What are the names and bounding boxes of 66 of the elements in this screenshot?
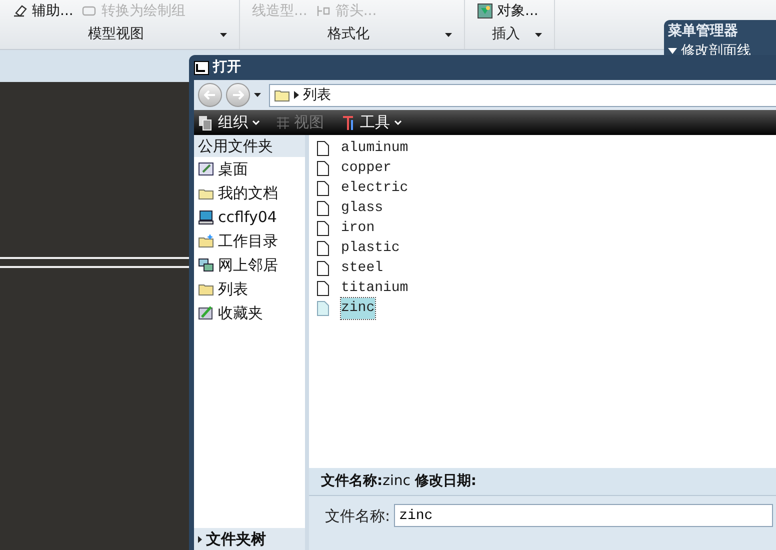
file-icon: [317, 180, 329, 196]
sidebar-item[interactable]: 列表: [198, 277, 305, 301]
file-item[interactable]: aluminum: [317, 138, 776, 158]
ribbon-button[interactable]: 对象...: [477, 2, 538, 20]
window-title: 打开: [213, 58, 241, 77]
forward-arrow-icon: [232, 90, 244, 100]
file-item[interactable]: glass: [317, 198, 776, 218]
file-item[interactable]: steel: [317, 258, 776, 278]
sidebar-item[interactable]: 收藏夹: [198, 301, 305, 325]
toolbar-button[interactable]: 工具: [340, 111, 402, 134]
network-icon: [198, 257, 214, 273]
ribbon-button[interactable]: 辅助...: [12, 2, 74, 20]
file-icon: [317, 260, 329, 276]
favorites-icon: [198, 305, 214, 321]
file-icon: [317, 160, 329, 176]
group-label: 插入: [491, 25, 521, 44]
chevron-down-icon: [252, 120, 260, 125]
file-item[interactable]: electric: [317, 178, 776, 198]
sidebar-item[interactable]: 我的文档: [198, 181, 305, 205]
forward-button[interactable]: [226, 83, 250, 107]
window-icon: [194, 60, 209, 74]
path-segment[interactable]: 列表: [303, 84, 331, 106]
toolbar-button[interactable]: 组织: [198, 111, 260, 134]
file-icon: [317, 240, 329, 256]
desktop-icon: [198, 161, 214, 177]
computer-icon: [198, 209, 214, 225]
sidebar-item[interactable]: ccflfy04: [198, 205, 305, 229]
triangle-down-icon: [668, 48, 677, 54]
folder-tree-toggle[interactable]: 文件夹树: [194, 528, 305, 550]
sidebar-item[interactable]: 网上邻居: [198, 253, 305, 277]
file-icon: [317, 200, 329, 216]
chevron-down-icon: [394, 120, 402, 125]
tools-icon: [340, 114, 356, 130]
details-text: 文件名称:zinc 修改日期:: [321, 472, 476, 491]
folder-icon: [274, 88, 290, 102]
file-item[interactable]: zinc: [317, 298, 776, 318]
sidebar-item[interactable]: 工作目录: [198, 229, 305, 253]
file-item[interactable]: titanium: [317, 278, 776, 298]
sidebar-header: 公用文件夹: [197, 136, 274, 157]
file-item[interactable]: copper: [317, 158, 776, 178]
group-label: 模型视图: [87, 25, 145, 44]
caret-icon: [535, 32, 542, 36]
sidebar-item[interactable]: 桌面: [198, 157, 305, 181]
file-item[interactable]: iron: [317, 218, 776, 238]
filename-field[interactable]: zinc: [394, 504, 773, 527]
file-icon: [317, 220, 329, 236]
caret-icon: [220, 32, 227, 36]
file-icon: [317, 280, 329, 296]
file-icon: [317, 300, 329, 316]
chevron-icon: [294, 91, 299, 99]
chevron-icon: [198, 536, 202, 542]
group-label: 格式化: [326, 25, 370, 44]
caret-icon: [254, 93, 261, 97]
filename-label: 文件名称:: [325, 506, 390, 527]
panel-title: 菜单管理器: [668, 22, 739, 41]
caret-icon: [445, 32, 452, 36]
pages-icon: [198, 114, 214, 130]
folder-icon: [198, 233, 214, 249]
address-bar[interactable]: 列表: [269, 84, 776, 106]
grid-icon: [276, 116, 290, 130]
eraser-icon: [12, 4, 28, 18]
back-button[interactable]: [198, 83, 222, 107]
back-arrow-icon: [204, 90, 216, 100]
file-icon: [317, 140, 329, 156]
object-icon: [477, 3, 493, 19]
file-item[interactable]: plastic: [317, 238, 776, 258]
